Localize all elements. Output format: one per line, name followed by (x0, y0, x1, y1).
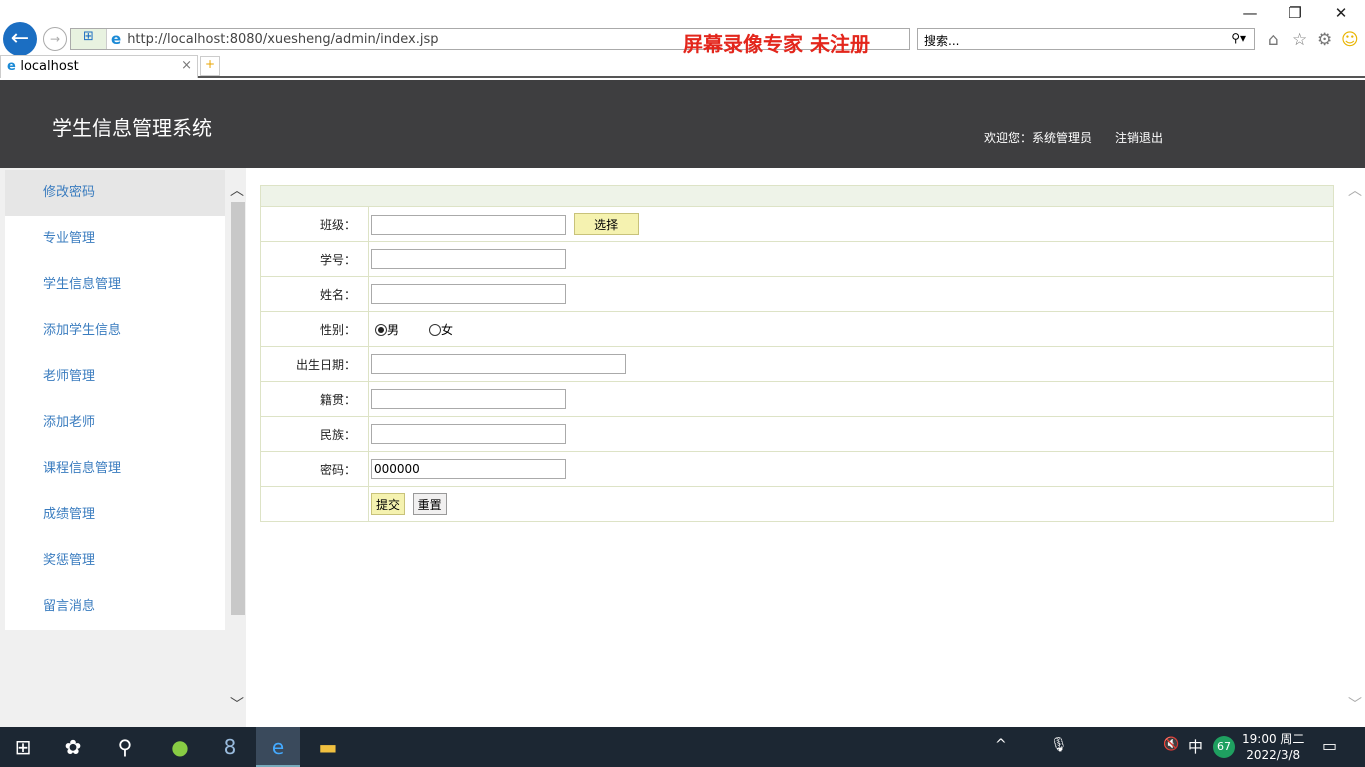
sidebar-item-grades[interactable]: 成绩管理 (5, 492, 225, 538)
birthdate-label: 出生日期： (260, 346, 369, 382)
form-header (260, 185, 1334, 207)
hometown-input[interactable] (371, 389, 566, 409)
ie-icon: e (271, 735, 285, 759)
gender-female-radio[interactable] (429, 324, 442, 336)
gender-male-label: 男 (387, 322, 400, 337)
home-icon[interactable]: ⌂ (1268, 30, 1279, 50)
sidebar-item-change-password[interactable]: 修改密码 (5, 170, 225, 216)
ie-taskbar-button[interactable]: e (256, 727, 300, 767)
clock-date: 2022/3/8 (1246, 748, 1301, 762)
badge-icon[interactable]: 67 (1213, 736, 1235, 758)
app-header: 学生信息管理系统 欢迎您：系统管理员 注销退出 (0, 80, 1365, 168)
class-label: 班级： (260, 206, 369, 242)
restore-button[interactable]: ❐ (1280, 4, 1310, 24)
sidebar-item-messages[interactable]: 留言消息 (5, 584, 225, 630)
search-placeholder: 搜索... (924, 34, 960, 48)
reset-button[interactable]: 重置 (412, 493, 447, 515)
app-title: 学生信息管理系统 (52, 116, 212, 140)
folder-icon[interactable]: ▬ (313, 735, 343, 759)
sidebar: 修改密码 专业管理 学生信息管理 添加学生信息 老师管理 添加老师 课程信息管理… (0, 168, 228, 727)
close-tab-icon[interactable]: × (181, 58, 192, 73)
sidebar-item-add-student[interactable]: 添加学生信息 (5, 308, 225, 354)
logout-link[interactable]: 注销退出 (1115, 129, 1163, 146)
name-label: 姓名： (260, 276, 369, 312)
new-tab-button[interactable]: + (200, 56, 220, 76)
ime-indicator[interactable]: 中 (1188, 736, 1203, 757)
add-student-form: 班级： 选择 学号： 姓名： 性别： 男女 出生日期： 籍贯： 民族： 密码： … (260, 185, 1334, 522)
scroll-down-icon[interactable]: ﹀ (1346, 694, 1364, 714)
scroll-down-icon[interactable]: ﹀ (228, 694, 246, 714)
student-id-label: 学号： (260, 241, 369, 277)
search-input[interactable]: 搜索... ⚲▾ (917, 28, 1255, 50)
ie-icon: e (111, 30, 122, 48)
sidebar-scroll-thumb[interactable] (231, 202, 245, 615)
ethnicity-label: 民族： (260, 416, 369, 452)
sidebar-item-add-teacher[interactable]: 添加老师 (5, 400, 225, 446)
sidebar-item-rewards[interactable]: 奖惩管理 (5, 538, 225, 584)
minimize-button[interactable]: — (1235, 4, 1265, 24)
browser-chrome: — ❐ ✕ ← → ⊞ e http://localhost:8080/xues… (0, 0, 1365, 78)
sidebar-item-courses[interactable]: 课程信息管理 (5, 446, 225, 492)
taskbar: ⊞ ✿ ⚲ ● 8 e ▬ ^ 🎙 🔇 中 67 19:00 周二 2022/3/… (0, 727, 1365, 767)
url-text[interactable]: http://localhost:8080/xuesheng/admin/ind… (127, 32, 438, 47)
search-icon[interactable]: ⚲▾ (1231, 31, 1246, 45)
birthdate-input[interactable] (371, 354, 626, 374)
sidebar-item-students[interactable]: 学生信息管理 (5, 262, 225, 308)
content-scrollbar[interactable]: ︿ ﹀ (1345, 168, 1365, 727)
browser-tab[interactable]: e localhost × (0, 55, 198, 78)
name-input[interactable] (371, 284, 566, 304)
shield-icon[interactable]: ⊞ (71, 29, 107, 49)
app-icon[interactable]: ✿ (58, 735, 88, 759)
password-label: 密码： (260, 451, 369, 487)
gender-male-radio[interactable] (375, 324, 387, 336)
close-window-button[interactable]: ✕ (1326, 4, 1356, 24)
chevron-up-icon[interactable]: ^ (995, 737, 1007, 753)
welcome-text: 欢迎您：系统管理员 (984, 131, 1093, 145)
clock[interactable]: 19:00 周二 2022/3/8 (1242, 731, 1304, 763)
search-icon[interactable]: ⚲ (110, 735, 140, 759)
student-id-input[interactable] (371, 249, 566, 269)
notification-icon[interactable]: ▭ (1322, 736, 1337, 755)
scroll-up-icon[interactable]: ︿ (228, 180, 246, 200)
ethnicity-input[interactable] (371, 424, 566, 444)
microphone-icon[interactable]: 🎙 (1050, 737, 1068, 753)
forward-button[interactable]: → (43, 27, 67, 51)
tab-title: localhost (20, 59, 79, 74)
password-input[interactable] (371, 459, 566, 479)
hometown-label: 籍贯： (260, 381, 369, 417)
sidebar-item-major[interactable]: 专业管理 (5, 216, 225, 262)
ie-icon: e (7, 59, 21, 74)
choose-class-button[interactable]: 选择 (573, 213, 639, 235)
submit-button[interactable]: 提交 (371, 493, 406, 515)
gender-label: 性别： (260, 311, 369, 347)
start-icon[interactable]: ⊞ (8, 735, 38, 759)
volume-muted-icon[interactable]: 🔇 (1163, 737, 1179, 752)
favorites-star-icon[interactable]: ☆ (1292, 30, 1307, 50)
actions-spacer (260, 486, 369, 522)
gender-female-label: 女 (441, 322, 454, 337)
smiley-icon[interactable]: ☺ (1341, 30, 1359, 50)
gear-icon[interactable]: ⚙ (1317, 30, 1332, 50)
app-icon[interactable]: ● (165, 735, 195, 759)
class-input[interactable] (371, 214, 566, 235)
back-button[interactable]: ← (3, 22, 37, 56)
app-icon[interactable]: 8 (215, 735, 245, 759)
watermark: 屏幕录像专家 未注册 (683, 32, 870, 56)
scroll-up-icon[interactable]: ︿ (1346, 180, 1364, 200)
sidebar-item-teachers[interactable]: 老师管理 (5, 354, 225, 400)
clock-time: 19:00 周二 (1242, 732, 1305, 746)
